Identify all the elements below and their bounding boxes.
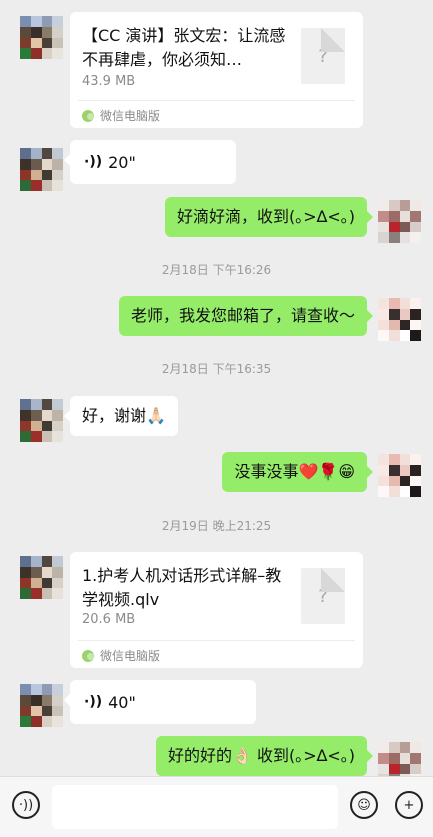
timestamp: 2月19日 晚上21:25 <box>161 519 272 533</box>
voice-input-icon[interactable]: ·)) <box>12 791 40 819</box>
voice-wave-icon: ·)) <box>84 694 103 710</box>
file-message[interactable]: 1.护考人机对话形式详解–教学视频.qlv 20.6 MB ? 微信电脑版 <box>70 552 363 668</box>
voice-duration: 20" <box>108 152 136 172</box>
file-size: 20.6 MB <box>82 612 136 627</box>
timestamp: 2月18日 下午16:35 <box>161 362 272 376</box>
avatar[interactable] <box>20 556 63 599</box>
input-bar: ·)) ☺ + <box>0 776 433 837</box>
file-icon: ? <box>301 568 345 624</box>
text-message[interactable]: 好的好的👌🏻 收到(｡>∆<｡) <box>155 736 374 776</box>
text-message[interactable]: 好，谢谢🙏🏻 <box>64 396 178 436</box>
file-source-label: 微信电脑版 <box>100 649 161 663</box>
voice-duration: 40" <box>108 692 136 712</box>
message-text: 老师，我发您邮箱了，请查收～ <box>130 306 355 325</box>
file-source: 微信电脑版 <box>82 107 160 124</box>
avatar[interactable] <box>378 200 421 243</box>
text-message[interactable]: 老师，我发您邮箱了，请查收～ <box>118 296 374 336</box>
divider <box>78 640 355 641</box>
divider <box>78 100 355 101</box>
voice-wave-icon: ·)) <box>84 154 103 170</box>
wechat-pc-icon <box>82 109 94 122</box>
file-message[interactable]: 【CC 演讲】张文宏：让流感不再肆虐，你必须知… 43.9 MB ? 微信电脑版 <box>70 12 363 128</box>
voice-message[interactable]: ·)) 20" <box>64 140 236 184</box>
text-message[interactable]: 没事没事❤️🌹😁 <box>222 452 373 492</box>
file-title: 1.护考人机对话形式详解–教学视频.qlv <box>82 566 282 609</box>
file-source-label: 微信电脑版 <box>100 109 161 123</box>
text-message[interactable]: 好滴好滴，收到(｡>∆<｡) <box>164 197 374 237</box>
avatar[interactable] <box>20 148 63 191</box>
message-text: 好的好的👌🏻 收到(｡>∆<｡) <box>167 746 355 765</box>
emoji-icon[interactable]: ☺ <box>350 791 378 819</box>
plus-icon[interactable]: + <box>395 791 423 819</box>
message-text: 没事没事❤️🌹😁 <box>234 462 355 481</box>
avatar[interactable] <box>20 16 63 59</box>
message-text: 好滴好滴，收到(｡>∆<｡) <box>176 207 355 226</box>
avatar[interactable] <box>20 399 63 442</box>
file-title: 【CC 演讲】张文宏：让流感不再肆虐，你必须知… <box>82 26 286 69</box>
avatar[interactable] <box>20 684 63 727</box>
file-size: 43.9 MB <box>82 74 136 89</box>
file-source: 微信电脑版 <box>82 647 160 664</box>
avatar[interactable] <box>378 298 421 341</box>
voice-message[interactable]: ·)) 40" <box>64 680 256 724</box>
wechat-pc-icon <box>82 649 94 662</box>
file-icon: ? <box>301 28 345 84</box>
avatar[interactable] <box>378 454 421 497</box>
message-input[interactable] <box>52 785 338 829</box>
timestamp: 2月18日 下午16:26 <box>161 263 272 277</box>
message-text: 好，谢谢🙏🏻 <box>82 406 166 425</box>
